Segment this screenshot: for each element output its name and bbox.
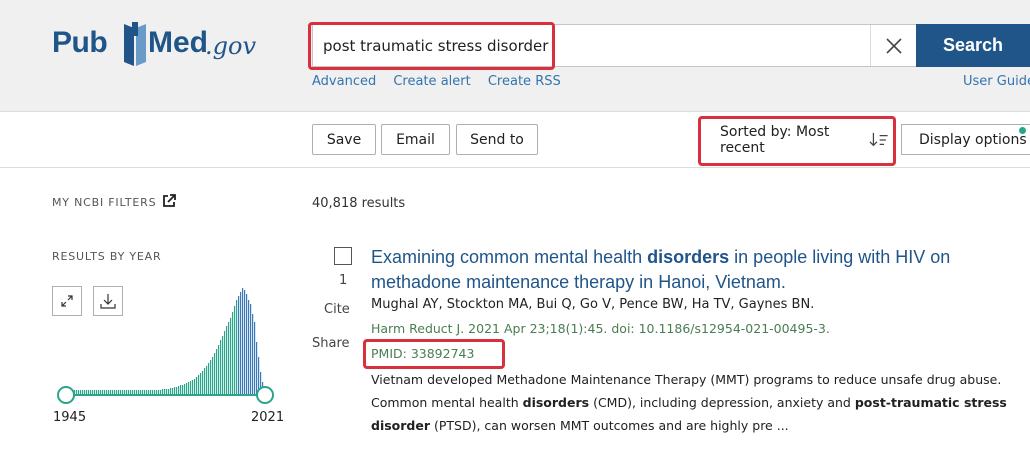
result-pmid: PMID: 33892743 bbox=[371, 346, 475, 361]
snippet-text: (CMD), including depression, anxiety and bbox=[589, 395, 855, 410]
year-max-label: 2021 bbox=[251, 410, 285, 425]
cite-button[interactable]: Cite bbox=[324, 302, 350, 317]
snippet-text: (PTSD), can worsen MMT outcomes and are … bbox=[430, 418, 789, 433]
year-slider-max-handle[interactable] bbox=[256, 386, 274, 404]
sort-dropdown[interactable]: Sorted by: Most recent bbox=[708, 123, 888, 156]
result-authors: Mughal AY, Stockton MA, Bui Q, Go V, Pen… bbox=[371, 297, 815, 312]
user-guide-link[interactable]: User Guide bbox=[963, 74, 1030, 89]
create-alert-link[interactable]: Create alert bbox=[393, 74, 470, 89]
title-highlight: disorders bbox=[647, 247, 730, 267]
logo-gov-text: .gov bbox=[205, 32, 256, 60]
book-icon bbox=[124, 22, 146, 66]
logo-pub-text: Pub bbox=[52, 26, 108, 59]
sort-label: Sorted by: Most recent bbox=[720, 123, 830, 156]
results-by-year-chart[interactable] bbox=[52, 282, 292, 422]
send-to-button[interactable]: Send to bbox=[456, 124, 538, 155]
display-options-indicator-dot bbox=[1019, 127, 1026, 134]
result-number: 1 bbox=[339, 273, 348, 288]
chart-bars bbox=[72, 288, 264, 394]
logo-med-text: Med bbox=[148, 26, 208, 59]
header: Pub Med .gov Search Advanced Create aler… bbox=[0, 0, 1030, 112]
display-options-button[interactable]: Display options bbox=[901, 124, 1030, 155]
title-text: Examining common mental health bbox=[371, 247, 648, 267]
share-button[interactable]: Share bbox=[312, 336, 350, 351]
result-checkbox[interactable] bbox=[334, 247, 352, 265]
search-sublinks: Advanced Create alert Create RSS bbox=[312, 74, 574, 89]
search-button[interactable]: Search bbox=[916, 24, 1030, 67]
search-box bbox=[312, 24, 916, 67]
search-input[interactable] bbox=[323, 25, 863, 66]
snippet-highlight: disorders bbox=[522, 395, 590, 410]
results-by-year-label: RESULTS BY YEAR bbox=[52, 250, 162, 263]
result-citation: Harm Reduct J. 2021 Apr 23;18(1):45. doi… bbox=[371, 321, 830, 336]
result-snippet: Vietnam developed Methadone Maintenance … bbox=[371, 368, 1011, 437]
year-slider-min-handle[interactable] bbox=[57, 386, 75, 404]
create-rss-link[interactable]: Create RSS bbox=[488, 74, 561, 89]
result-title-link[interactable]: Examining common mental health disorders… bbox=[371, 245, 971, 295]
sort-descending-icon bbox=[868, 132, 888, 146]
results-toolbar: Save Email Send to Sorted by: Most recen… bbox=[0, 112, 1030, 168]
close-icon bbox=[885, 37, 902, 54]
my-ncbi-filters-label[interactable]: MY NCBI FILTERS bbox=[52, 196, 156, 209]
advanced-link[interactable]: Advanced bbox=[312, 74, 376, 89]
year-min-label: 1945 bbox=[53, 410, 87, 425]
save-button[interactable]: Save bbox=[312, 124, 376, 155]
external-link-icon[interactable] bbox=[162, 194, 176, 208]
email-button[interactable]: Email bbox=[381, 124, 450, 155]
clear-search-button[interactable] bbox=[870, 25, 916, 66]
result-count: 40,818 results bbox=[312, 196, 406, 211]
